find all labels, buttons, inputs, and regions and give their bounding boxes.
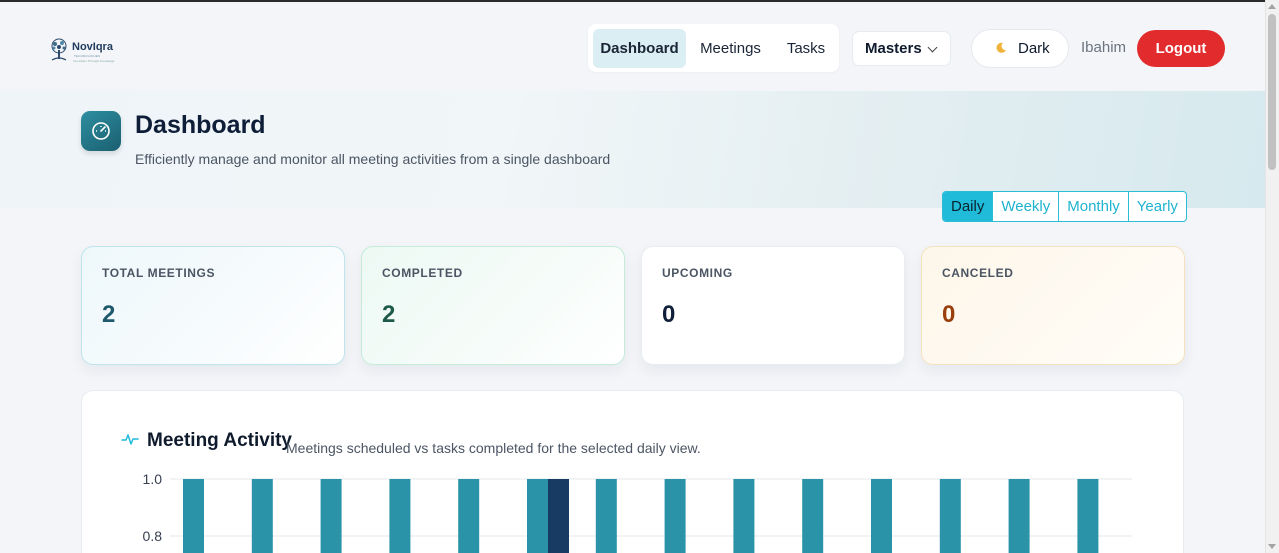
chart-bar[interactable] [458, 479, 480, 553]
chart-bar[interactable] [389, 479, 411, 553]
nav-tasks[interactable]: Tasks [776, 29, 836, 68]
y-tick-label: 0.8 [143, 528, 163, 544]
stat-value: 0 [662, 301, 676, 328]
activity-title: Meeting Activity [147, 430, 292, 451]
period-yearly[interactable]: Yearly [1127, 192, 1186, 221]
chart-bar[interactable] [251, 479, 273, 553]
stat-label: COMPLETED [382, 266, 463, 280]
chart-bar[interactable] [1008, 479, 1030, 553]
vertical-scrollbar[interactable] [1265, 0, 1279, 553]
period-monthly[interactable]: Monthly [1058, 192, 1128, 221]
company-logo[interactable]: NovIqra TECHNOLOGIES Innovation Through … [48, 38, 120, 66]
logo-name: NovIqra [72, 41, 113, 53]
period-weekly[interactable]: Weekly [992, 192, 1058, 221]
scroll-thumb[interactable] [1268, 14, 1276, 170]
main-nav: Dashboard Meetings Tasks [588, 24, 839, 72]
chart-bar[interactable] [939, 479, 961, 553]
chart-bar[interactable] [1077, 479, 1099, 553]
meeting-activity-chart: 1.0 0.8 [143, 471, 1132, 553]
tree-logo-icon [51, 38, 67, 61]
logo-subtitle: TECHNOLOGIES [74, 54, 101, 58]
page-title: Dashboard [135, 111, 266, 139]
theme-toggle-label: Dark [1018, 40, 1050, 57]
chart-bar[interactable] [183, 479, 204, 553]
moon-icon [996, 42, 1006, 53]
stat-value: 2 [382, 301, 396, 328]
chart-bar[interactable] [802, 479, 824, 553]
stat-label: UPCOMING [662, 266, 733, 280]
chart-bar[interactable] [595, 479, 617, 553]
y-tick-label: 1.0 [143, 471, 163, 487]
activity-subtitle: Meetings scheduled vs tasks completed fo… [286, 440, 701, 456]
chart-bar[interactable] [320, 479, 342, 553]
chevron-down-icon [927, 42, 938, 53]
stat-label: CANCELED [942, 266, 1014, 280]
stat-card-upcoming: UPCOMING 0 [641, 246, 905, 365]
activity-pulse-icon [121, 434, 139, 445]
stat-card-total-meetings: TOTAL MEETINGS 2 [81, 246, 345, 365]
chart-bar[interactable] [548, 479, 569, 553]
logout-button[interactable]: Logout [1137, 30, 1225, 67]
stat-card-canceled: CANCELED 0 [921, 246, 1185, 365]
chart-bar[interactable] [871, 479, 892, 553]
period-daily[interactable]: Daily [943, 192, 993, 221]
nav-meetings[interactable]: Meetings [692, 29, 769, 68]
stat-label: TOTAL MEETINGS [102, 266, 216, 280]
stat-value: 0 [942, 301, 956, 328]
theme-toggle-button[interactable]: Dark [971, 29, 1069, 68]
nav-dashboard[interactable]: Dashboard [593, 29, 686, 68]
page-subtitle: Efficiently manage and monitor all meeti… [135, 151, 611, 167]
masters-dropdown[interactable]: Masters [852, 31, 951, 66]
masters-label: Masters [865, 40, 922, 57]
scroll-up-arrow-icon[interactable] [1268, 4, 1276, 9]
top-header: NovIqra TECHNOLOGIES Innovation Through … [0, 2, 1265, 91]
chart-bar[interactable] [664, 479, 686, 553]
stat-card-completed: COMPLETED 2 [361, 246, 625, 365]
period-selector: Daily Weekly Monthly Yearly [942, 191, 1187, 222]
chart-bar[interactable] [527, 479, 548, 553]
stat-value: 2 [102, 301, 116, 328]
user-name: Ibahim [1081, 39, 1127, 56]
dashboard-gauge-icon [81, 111, 121, 151]
logo-tagline: Innovation Through Knowledge [73, 59, 115, 63]
scroll-down-arrow-icon[interactable] [1268, 544, 1276, 549]
chart-bar[interactable] [733, 479, 755, 553]
